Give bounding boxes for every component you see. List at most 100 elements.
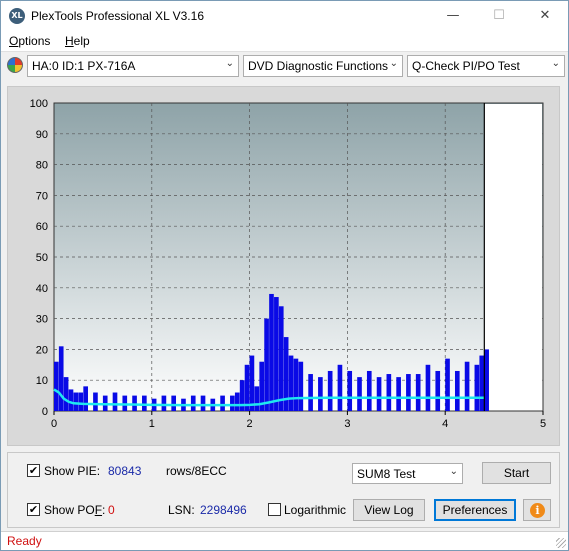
pie-bar [318, 377, 323, 411]
show-pof-label-accel: F [94, 503, 103, 517]
logarithmic-label: Logarithmic [284, 503, 347, 517]
menu-bar: Options Help [1, 31, 568, 52]
pie-bar [190, 395, 196, 411]
pie-bar [415, 374, 421, 411]
pie-bar [249, 355, 255, 411]
x-tick-label: 3 [344, 418, 350, 430]
pie-bar [327, 370, 333, 411]
pie-bar [479, 355, 485, 411]
pie-bar [357, 377, 362, 411]
pie-bar [54, 361, 59, 411]
controls-panel: ✔ Show PIE: 80843 rows/8ECC SUM8 Test ⌄ … [7, 452, 560, 528]
start-button[interactable]: Start [482, 462, 551, 484]
drive-select[interactable]: HA:0 ID:1 PX-716A ⌄ [27, 55, 239, 77]
pie-bar [376, 377, 382, 411]
pi-po-chart: 0 10 20 30 40 50 60 70 80 90 100 0 1 2 3 4 5 [30, 98, 546, 430]
chevron-down-icon: ⌄ [389, 58, 398, 69]
x-tick-label: 0 [51, 418, 57, 430]
pie-bar [308, 374, 313, 411]
function-select[interactable]: DVD Diagnostic Functions ⌄ [243, 55, 403, 77]
info-button[interactable]: i [523, 499, 551, 521]
rows-label: rows/8ECC [166, 464, 227, 478]
pie-bar [78, 392, 84, 411]
pie-bar [68, 389, 74, 411]
unused-area [484, 104, 542, 410]
pie-bar [220, 395, 225, 411]
pie-bar [435, 370, 441, 411]
pie-bar [264, 318, 269, 411]
window-title: PlexTools Professional XL V3.16 [31, 9, 204, 23]
sum-test-select[interactable]: SUM8 Test ⌄ [352, 463, 463, 484]
x-tick-label: 4 [442, 418, 448, 430]
title-bar: XL PlexTools Professional XL V3.16 — ☐ ✕ [1, 1, 568, 31]
pie-bar [484, 349, 489, 411]
menu-options-accel: O [9, 34, 19, 48]
chart-panel: 0 10 20 30 40 50 60 70 80 90 100 0 1 2 3 4 5 [7, 86, 560, 446]
pie-bar [171, 395, 177, 411]
x-tick-label: 1 [149, 418, 155, 430]
drive-select-value: HA:0 ID:1 PX-716A [32, 59, 136, 73]
preferences-button[interactable]: Preferences [434, 499, 516, 521]
y-tick-label: 80 [36, 160, 48, 172]
y-tick-label: 70 [36, 190, 48, 202]
x-tick-label: 2 [247, 418, 253, 430]
pie-bar [425, 364, 431, 411]
show-pof-label-post: : [102, 503, 106, 517]
pie-bar [464, 361, 470, 411]
y-tick-label: 100 [30, 98, 48, 110]
menu-help-accel: H [65, 34, 74, 48]
pie-bar [347, 370, 353, 411]
pie-bar [278, 306, 284, 411]
pie-bar [269, 293, 274, 411]
pie-bar [337, 364, 343, 411]
x-tick-label: 5 [540, 418, 546, 430]
pof-value: 0 [108, 503, 115, 517]
toolbar: HA:0 ID:1 PX-716A ⌄ DVD Diagnostic Funct… [1, 53, 568, 79]
y-tick-label: 10 [36, 375, 48, 387]
pie-bar [454, 370, 460, 411]
pie-bar [274, 297, 279, 411]
resize-grip-icon[interactable] [556, 538, 566, 548]
pie-bar [112, 392, 118, 411]
pie-bar [239, 380, 245, 411]
info-icon: i [530, 503, 545, 518]
y-tick-label: 60 [36, 221, 48, 233]
lsn-value: 2298496 [200, 503, 247, 517]
y-tick-label: 0 [42, 406, 48, 418]
function-select-value: DVD Diagnostic Functions [248, 59, 389, 73]
pie-value: 80843 [108, 464, 142, 478]
pie-bar [63, 377, 69, 411]
view-log-button[interactable]: View Log [353, 499, 425, 521]
pie-bar [293, 358, 299, 411]
sum-test-value: SUM8 Test [357, 467, 416, 481]
menu-options-label: ptions [18, 34, 51, 48]
show-pof-label: Show POF: [44, 503, 105, 517]
chevron-down-icon: ⌄ [225, 58, 234, 69]
pie-bar [58, 346, 64, 411]
show-pie-checkbox[interactable]: ✔ [27, 464, 40, 477]
test-select[interactable]: Q-Check PI/PO Test ⌄ [407, 55, 565, 77]
maximize-button[interactable]: ☐ [476, 1, 522, 31]
status-text: Ready [7, 534, 42, 548]
show-pof-checkbox[interactable]: ✔ [27, 503, 40, 516]
close-button[interactable]: ✕ [522, 1, 568, 31]
y-tick-label: 20 [36, 344, 48, 356]
show-pof-label-pre: Show PO [44, 503, 95, 517]
plextools-logo-icon: XL [9, 8, 25, 24]
minimize-button[interactable]: — [430, 1, 476, 31]
pie-bar [200, 395, 206, 411]
menu-help[interactable]: Help [65, 34, 90, 48]
logarithmic-checkbox[interactable] [268, 503, 281, 516]
pie-bar [234, 392, 240, 411]
pie-bar [474, 364, 480, 411]
pie-bar [445, 358, 450, 411]
lsn-label: LSN: [168, 503, 195, 517]
y-tick-label: 30 [36, 314, 48, 326]
pie-bar [254, 386, 260, 411]
pie-bar [83, 386, 88, 411]
pie-bar [396, 377, 401, 411]
status-bar: Ready [1, 531, 568, 550]
test-select-value: Q-Check PI/PO Test [412, 59, 520, 73]
y-tick-label: 90 [36, 129, 48, 141]
menu-options[interactable]: Options [9, 34, 50, 48]
